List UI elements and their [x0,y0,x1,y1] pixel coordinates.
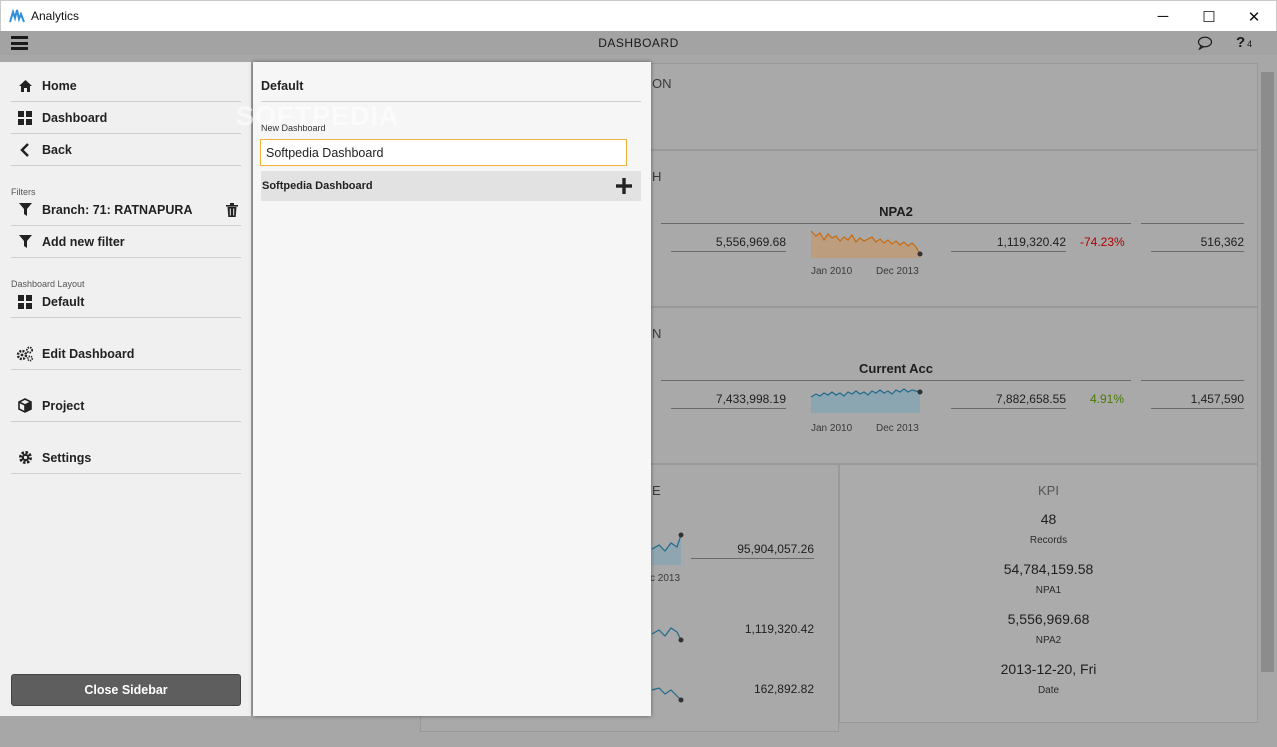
current-acc-axis-start: Jan 2010 [811,423,853,434]
kpi-title: KPI [1038,483,1059,498]
sidebar-item-label: Settings [42,450,92,465]
layout-panel: Default New Dashboard Softpedia Dashboar… [253,62,651,716]
filter-branch-label: Branch: 71: RATNAPURA [42,202,193,217]
section-heading: H [652,169,662,184]
sidebar-item-label: Home [42,78,77,93]
lower-axis-end: c 2013 [650,573,681,584]
kpi-label: Records [1029,535,1068,546]
trash-icon[interactable] [226,203,238,217]
dashboard-list-item[interactable]: Softpedia Dashboard [261,171,641,201]
grid-icon [15,294,35,310]
section-heading: N [652,326,662,341]
lower-value-1: 95,904,057.26 [737,542,814,556]
npa2-value: 1,119,320.42 [996,235,1066,249]
dashboard-list-item-name: Softpedia Dashboard [262,180,373,192]
new-dashboard-input[interactable] [260,139,627,166]
kpi-label: NPA2 [1035,635,1062,646]
kpi-label: NPA1 [1035,585,1062,596]
kpi-label: Date [1037,685,1060,696]
kpi-value: 2013-12-20, Fri [1000,661,1097,677]
section-heading: E [652,483,661,498]
lower-sparkline-1 [651,532,684,565]
lower-sparkline-3 [651,687,684,703]
sidebar-item-home[interactable]: Home [11,70,241,102]
grid-icon [15,110,35,126]
layout-panel-heading: Default [261,79,304,93]
sidebar: Home Dashboard Back Filters Branch: 71: … [0,62,251,716]
sidebar-item-label: Default [42,294,85,309]
cube-icon [15,398,35,414]
maximize-icon: ☐ [1202,8,1216,26]
minimize-icon: ─ [1157,8,1169,25]
npa2-title: NPA2 [879,204,913,219]
sidebar-item-label: Dashboard [42,110,108,125]
npa2-axis-end: Dec 2013 [876,266,919,277]
sidebar-item-filter-branch[interactable]: Branch: 71: RATNAPURA [11,194,241,226]
npa2-change: -74.23% [1080,235,1125,249]
sidebar-item-settings[interactable]: Settings [11,442,241,474]
minimize-button[interactable]: ─ [1140,1,1186,32]
gears-icon [15,346,35,362]
kpi-value: 48 [1040,511,1057,527]
sidebar-item-dashboard[interactable]: Dashboard [11,102,241,134]
npa2-left-value: 5,556,969.68 [715,235,786,249]
current-acc-title: Current Acc [859,361,933,376]
home-icon [15,78,35,94]
page-title: DASHBOARD [598,36,679,50]
npa2-axis-start: Jan 2010 [811,266,853,277]
sidebar-item-back[interactable]: Back [11,134,241,166]
chevron-left-icon [15,142,35,158]
sidebar-item-edit-dashboard[interactable]: Edit Dashboard [11,338,241,370]
help-count: 4 [1247,39,1253,49]
close-icon: ✕ [1247,8,1261,26]
lower-value-3: 162,892.82 [753,682,814,696]
sidebar-item-label: Edit Dashboard [42,346,135,361]
kpi-value: 54,784,159.58 [1003,561,1094,577]
current-acc-left-value: 7,433,998.19 [715,392,786,406]
current-acc-axis-end: Dec 2013 [876,423,919,434]
close-sidebar-button[interactable]: Close Sidebar [11,674,241,706]
window-title: Analytics [31,9,80,23]
help-button[interactable]: ? 4 [1236,34,1252,51]
filter-icon [15,202,35,218]
plus-icon[interactable] [616,178,632,194]
chat-bubble-icon[interactable] [1197,36,1213,50]
close-window-button[interactable]: ✕ [1231,1,1277,32]
current-acc-sparkline [810,388,923,413]
filter-icon [15,234,35,250]
lower-sparkline-2 [651,627,684,643]
watermark: SOFTPEDIA [236,101,400,131]
npa2-right-value: 516,362 [1200,235,1244,249]
current-acc-right-value: 1,457,590 [1190,392,1244,406]
lower-value-2: 1,119,320.42 [744,622,814,636]
sidebar-item-label: Project [42,398,85,413]
sidebar-item-label: Add new filter [42,234,125,249]
maximize-button[interactable]: ☐ [1186,1,1232,32]
sidebar-item-project[interactable]: Project [11,390,241,422]
analytics-app-icon [9,8,25,23]
section-heading: ON [652,76,672,91]
window-titlebar: Analytics ─ ☐ ✕ [0,0,1277,31]
current-acc-change: 4.91% [1090,392,1125,406]
kpi-value: 5,556,969.68 [1007,611,1090,627]
question-icon: ? [1236,34,1246,51]
app-header: DASHBOARD ? 4 [0,31,1277,55]
gear-icon [15,450,35,466]
current-acc-value: 7,882,658.55 [995,392,1066,406]
vertical-scrollbar[interactable] [1261,72,1274,672]
sidebar-item-layout-default[interactable]: Default [11,286,241,318]
npa2-sparkline [810,230,923,258]
sidebar-item-label: Back [42,142,72,157]
sidebar-item-add-filter[interactable]: Add new filter [11,226,241,258]
